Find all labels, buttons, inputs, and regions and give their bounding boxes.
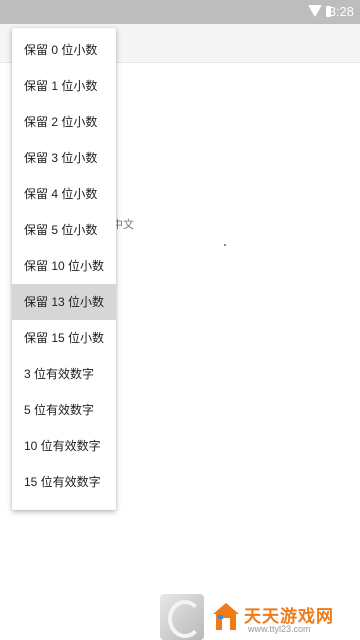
- menu-item-round-0[interactable]: 保留 0 位小数: [12, 32, 116, 68]
- menu-item-sig-5[interactable]: 5 位有效数字: [12, 392, 116, 428]
- menu-item-round-10[interactable]: 保留 10 位小数: [12, 248, 116, 284]
- menu-item-sig-3[interactable]: 3 位有效数字: [12, 356, 116, 392]
- status-bar: 3:28: [0, 0, 360, 24]
- menu-item-round-1[interactable]: 保留 1 位小数: [12, 68, 116, 104]
- menu-item-round-13[interactable]: 保留 13 位小数: [12, 284, 116, 320]
- menu-item-round-5[interactable]: 保留 5 位小数: [12, 212, 116, 248]
- status-time: 3:28: [328, 4, 354, 19]
- menu-item-round-2[interactable]: 保留 2 位小数: [12, 104, 116, 140]
- wifi-icon: [308, 5, 322, 17]
- house-logo-icon: [213, 603, 239, 630]
- menu-item-round-15[interactable]: 保留 15 位小数: [12, 320, 116, 356]
- app-logo-watermark: [160, 594, 204, 640]
- watermark-site: www.ttyl23.com: [248, 624, 311, 634]
- background-dot: [224, 244, 226, 246]
- menu-item-round-4[interactable]: 保留 4 位小数: [12, 176, 116, 212]
- menu-item-sig-15[interactable]: 15 位有效数字: [12, 464, 116, 500]
- menu-item-sig-10[interactable]: 10 位有效数字: [12, 428, 116, 464]
- precision-dropdown-menu: 保留 0 位小数 保留 1 位小数 保留 2 位小数 保留 3 位小数 保留 4…: [12, 28, 116, 510]
- logo-g-icon: [168, 600, 202, 638]
- menu-item-round-3[interactable]: 保留 3 位小数: [12, 140, 116, 176]
- site-watermark: 天天游戏网 www.ttyl23.com: [212, 600, 360, 640]
